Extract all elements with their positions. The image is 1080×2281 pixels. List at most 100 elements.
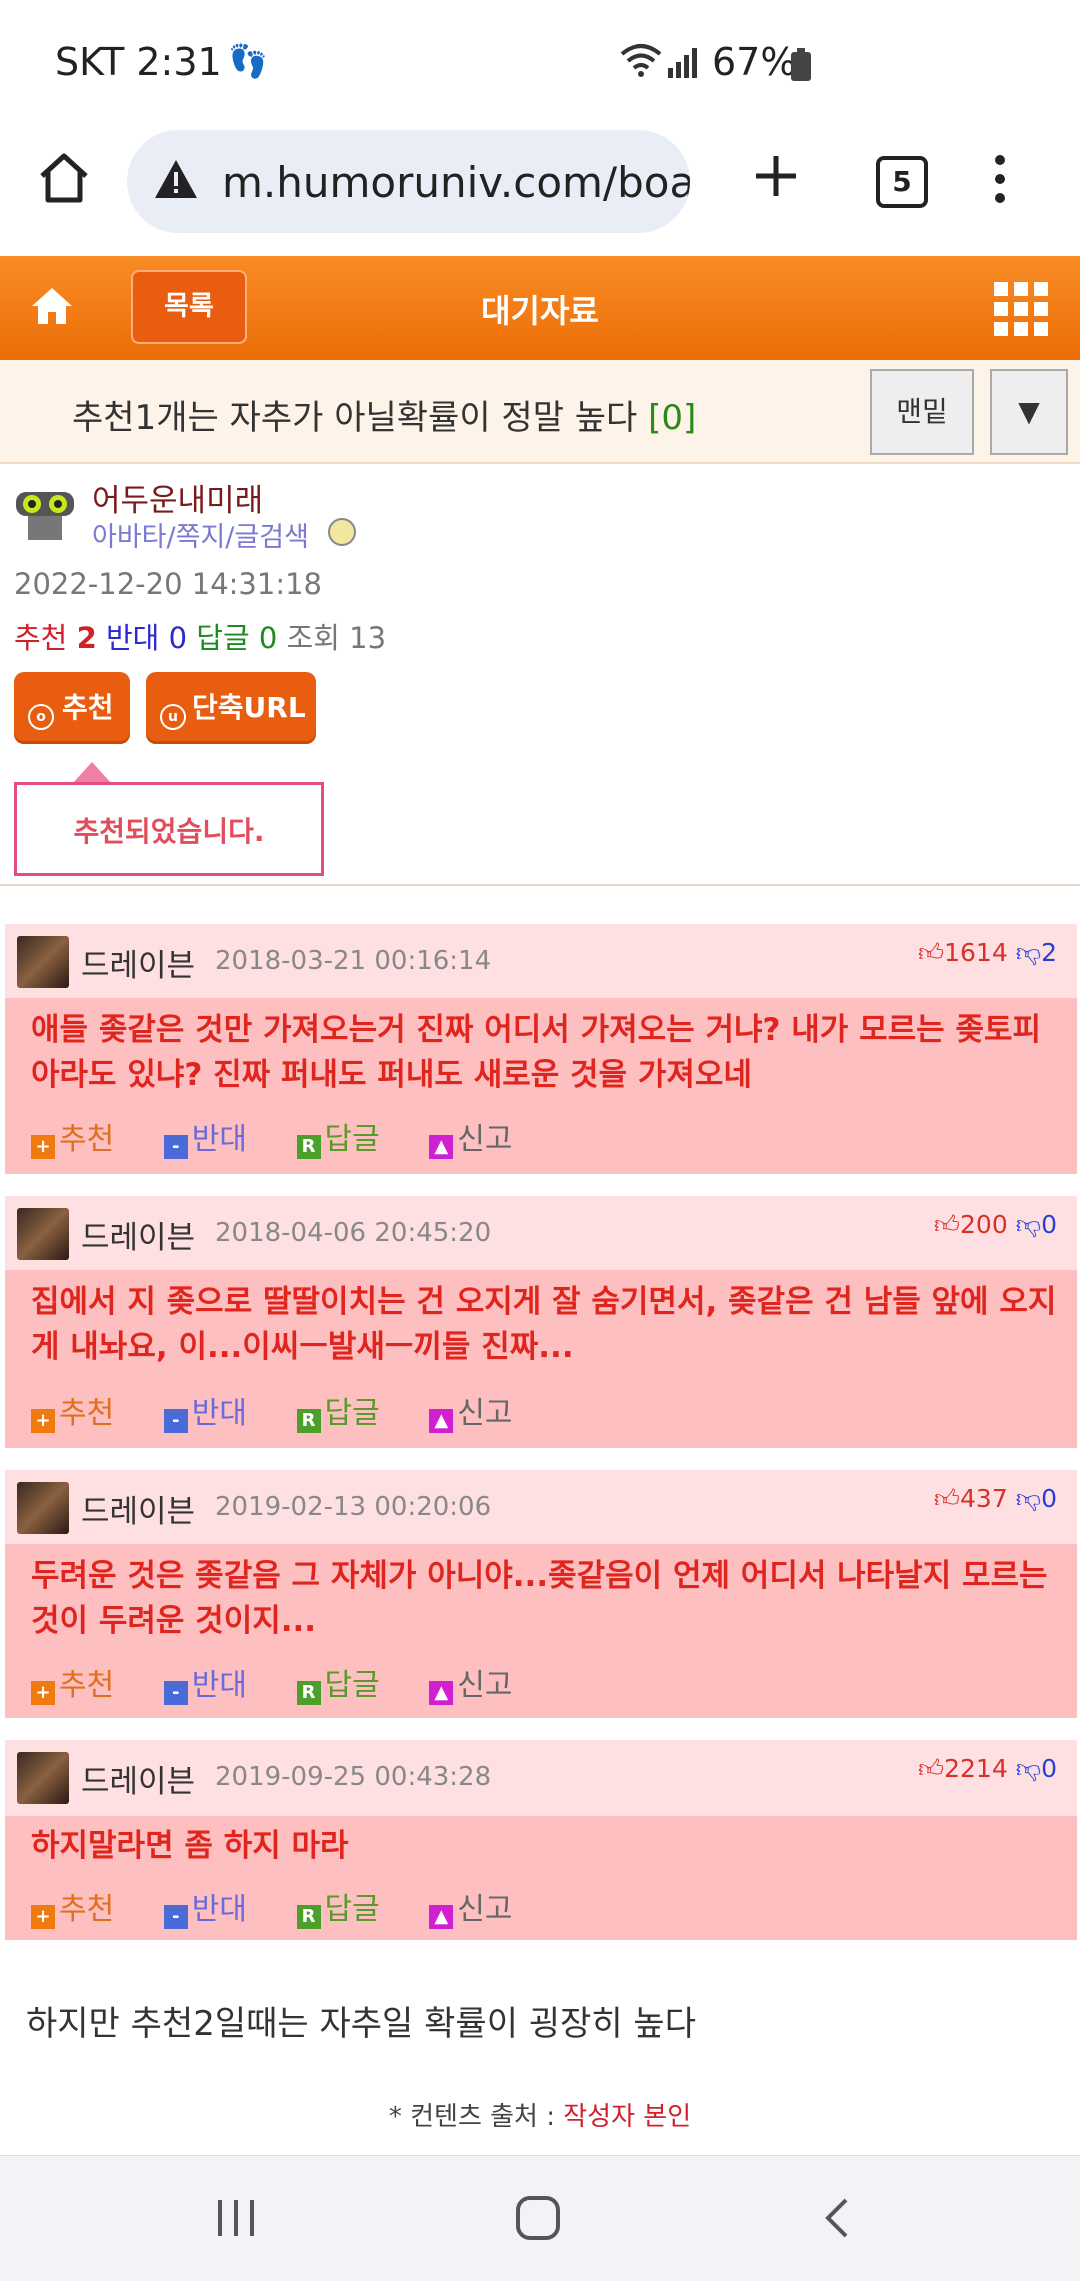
comment-header: 드레이븐 2019-09-25 00:43:28 👍︎2214 👎︎0 (5, 1740, 1077, 1816)
thumbs-up-icon: 👍︎ (933, 1210, 961, 1239)
recent-apps-icon[interactable] (214, 2198, 258, 2242)
thumbs-down-icon: 👎︎ (1015, 938, 1042, 967)
siren-icon: ▲ (429, 1135, 454, 1159)
comment-actions: + 추천 - 반대 R 답글 ▲ 신고 (31, 1660, 552, 1705)
author-avatar (14, 482, 76, 548)
back-icon[interactable] (822, 2196, 852, 2244)
comment-avatar (17, 1208, 69, 1260)
comment-item: 드레이븐 2018-04-06 20:45:20 👍︎200 👎︎0 집에서 지… (5, 1196, 1077, 1448)
comment-date: 2019-09-25 00:43:28 (215, 1762, 492, 1792)
oppose-count: 0 (168, 621, 188, 655)
comment-report-button[interactable]: ▲ 신고 (429, 1660, 512, 1705)
battery-percent: 67% (712, 40, 797, 84)
comment-recommend-button[interactable]: + 추천 (31, 1660, 114, 1705)
site-header: 목록 대기자료 (0, 256, 1080, 360)
thumbs-down-icon: 👎︎ (1015, 1210, 1042, 1239)
comment-date: 2018-03-21 00:16:14 (215, 946, 492, 976)
comment-item: 드레이븐 2018-03-21 00:16:14 👍︎1614 👎︎2 애들 좆… (5, 924, 1077, 1174)
comment-reply-button[interactable]: R 답글 (296, 1660, 380, 1705)
tab-switcher-button[interactable]: 5 (876, 156, 928, 208)
comment-oppose-button[interactable]: - 반대 (163, 1660, 247, 1705)
status-bar: SKT 2:31 👣 67% (0, 0, 1080, 120)
system-nav-bar (0, 2155, 1080, 2281)
recommend-button[interactable]: o 추천 (14, 672, 130, 744)
comment-actions: + 추천 - 반대 R 답글 ▲ 신고 (31, 1114, 552, 1159)
comment-author[interactable]: 드레이븐 (81, 1486, 195, 1531)
home-nav-icon[interactable] (514, 2194, 562, 2246)
comment-report-button[interactable]: ▲ 신고 (429, 1388, 512, 1433)
author-name[interactable]: 어두운내미래 (92, 475, 263, 520)
reply-icon: R (296, 1905, 321, 1929)
comment-votes: 👍︎2214 👎︎0 (918, 1754, 1057, 1784)
url-circle-icon: u (160, 704, 186, 730)
comment-author[interactable]: 드레이븐 (81, 1212, 195, 1257)
comment-oppose-button[interactable]: - 반대 (163, 1388, 247, 1433)
battery-icon (790, 48, 812, 86)
comment-down-count: 2 (1041, 938, 1057, 967)
comment-actions: + 추천 - 반대 R 답글 ▲ 신고 (31, 1884, 552, 1929)
comment-votes: 👍︎1614 👎︎2 (918, 938, 1057, 968)
content-source-value: 작성자 본인 (563, 2102, 692, 2132)
footsteps-icon: 👣 (228, 42, 268, 80)
post-date: 2022-12-20 14:31:18 (14, 567, 322, 601)
minus-icon: - (163, 1135, 188, 1159)
post-title-bar: 추천1개는 자추가 아닐확률이 정말 높다 [0] 맨밑 ▼ (0, 360, 1080, 464)
dropdown-button[interactable]: ▼ (990, 369, 1068, 455)
wifi-icon (618, 42, 664, 82)
divider (0, 884, 1080, 886)
comment-header: 드레이븐 2018-04-06 20:45:20 👍︎200 👎︎0 (5, 1196, 1077, 1270)
post-comment-count: [0] (648, 398, 697, 438)
comment-oppose-button[interactable]: - 반대 (163, 1114, 247, 1159)
address-bar[interactable]: m.humoruniv.com/boa (127, 130, 690, 233)
post-title: 추천1개는 자추가 아닐확률이 정말 높다 [0] (72, 398, 697, 438)
comment-report-button[interactable]: ▲ 신고 (429, 1114, 512, 1159)
comment-votes: 👍︎200 👎︎0 (934, 1210, 1057, 1240)
comment-author[interactable]: 드레이븐 (81, 940, 195, 985)
post-stats: 추천 2 반대 0 답글 0 조회 13 (14, 621, 387, 655)
plus-icon: + (31, 1681, 55, 1705)
grid-menu-icon[interactable] (994, 282, 1048, 340)
more-menu-icon[interactable] (994, 154, 1006, 208)
comment-header: 드레이븐 2018-03-21 00:16:14 👍︎1614 👎︎2 (5, 924, 1077, 998)
status-time: SKT 2:31 (55, 40, 222, 84)
board-title: 대기자료 (481, 292, 599, 330)
signal-icon (666, 46, 700, 82)
url-text: m.humoruniv.com/boa (222, 158, 690, 207)
comment-recommend-button[interactable]: + 추천 (31, 1388, 114, 1433)
comment-down-count: 0 (1041, 1210, 1057, 1239)
comment-down-count: 0 (1041, 1484, 1057, 1513)
recommend-notice: 추천되었습니다. (14, 782, 324, 876)
comment-reply-button[interactable]: R 답글 (296, 1388, 380, 1433)
comment-recommend-button[interactable]: + 추천 (31, 1114, 114, 1159)
comment-reply-button[interactable]: R 답글 (296, 1114, 380, 1159)
comment-oppose-button[interactable]: - 반대 (163, 1884, 247, 1929)
siren-icon: ▲ (429, 1681, 454, 1705)
post-body-text: 하지만 추천2일때는 자추일 확률이 굉장히 높다 (26, 2004, 696, 2044)
comment-actions: + 추천 - 반대 R 답글 ▲ 신고 (31, 1388, 552, 1433)
home-icon[interactable] (36, 150, 92, 210)
recommend-count: 2 (76, 621, 97, 655)
new-tab-icon[interactable] (752, 152, 800, 204)
thumbs-up-icon: 👍︎ (917, 1754, 945, 1783)
reply-icon: R (296, 1681, 321, 1705)
short-url-button[interactable]: u 단축URL (146, 672, 316, 744)
browser-toolbar: m.humoruniv.com/boa 5 (0, 120, 1080, 255)
comment-up-count: 2214 (944, 1754, 1008, 1783)
comment-up-count: 200 (960, 1210, 1008, 1239)
comment-avatar (17, 1752, 69, 1804)
comment-avatar (17, 1482, 69, 1534)
minus-icon: - (163, 1409, 188, 1433)
author-links[interactable]: 아바타/쪽지/글검색 (92, 515, 309, 554)
reply-icon: R (296, 1409, 321, 1433)
minus-icon: - (163, 1681, 188, 1705)
comment-item: 드레이븐 2019-02-13 00:20:06 👍︎437 👎︎0 두려운 것… (5, 1470, 1077, 1718)
comment-report-button[interactable]: ▲ 신고 (429, 1884, 512, 1929)
siren-icon: ▲ (429, 1905, 454, 1929)
comment-votes: 👍︎437 👎︎0 (934, 1484, 1057, 1514)
comment-reply-button[interactable]: R 답글 (296, 1884, 380, 1929)
recommend-circle-icon: o (28, 704, 54, 730)
go-bottom-button[interactable]: 맨밑 (870, 369, 974, 455)
comment-author[interactable]: 드레이븐 (81, 1756, 195, 1801)
comment-recommend-button[interactable]: + 추천 (31, 1884, 114, 1929)
comment-avatar (17, 936, 69, 988)
